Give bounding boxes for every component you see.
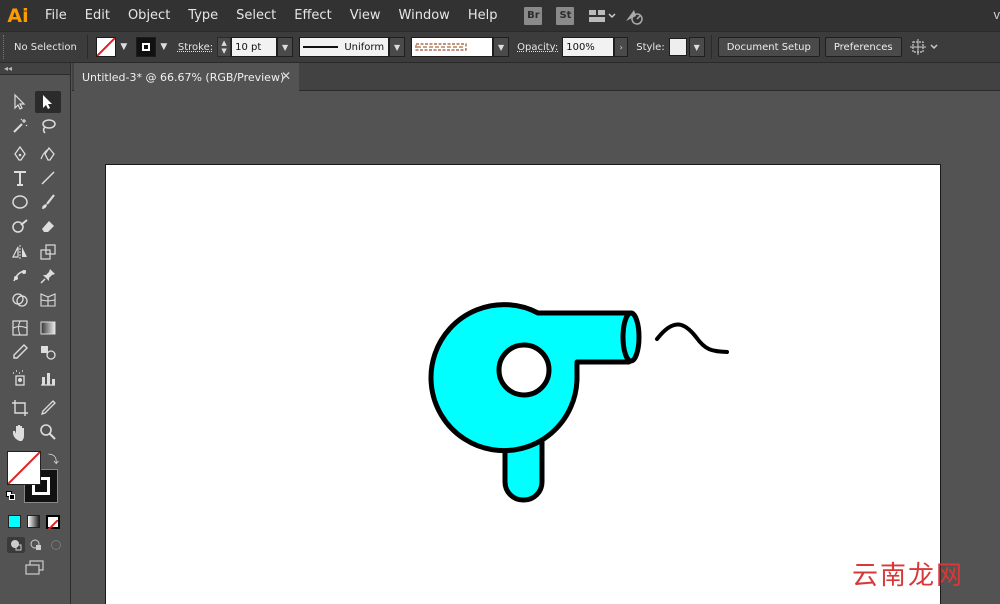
- hair-dryer-artwork[interactable]: [106, 165, 942, 604]
- menu-object[interactable]: Object: [119, 0, 179, 31]
- draw-behind-icon[interactable]: [27, 537, 45, 553]
- menu-view[interactable]: View: [341, 0, 390, 31]
- slice-tool-icon[interactable]: [35, 397, 61, 419]
- gradient-tool-icon[interactable]: [35, 317, 61, 339]
- reflect-tool-icon[interactable]: [7, 241, 33, 263]
- opacity-expand-chevron-icon[interactable]: ›: [614, 37, 629, 57]
- menu-bar: Ai File Edit Object Type Select Effect V…: [0, 0, 1000, 31]
- brush-dropdown[interactable]: ▼: [493, 37, 510, 57]
- shape-builder-tool-icon[interactable]: [7, 289, 33, 311]
- profile-dropdown[interactable]: ▼: [389, 37, 406, 57]
- artboard-tool-icon[interactable]: [7, 397, 33, 419]
- brush-definition[interactable]: [411, 37, 494, 57]
- graphic-style-swatch[interactable]: [668, 38, 687, 56]
- menu-edit[interactable]: Edit: [76, 0, 119, 31]
- artboard[interactable]: [105, 164, 941, 604]
- tools-panel: ◂◂ ⤵: [0, 63, 71, 604]
- draw-inside-icon[interactable]: [47, 537, 65, 553]
- direct-selection-tool-icon[interactable]: [35, 91, 61, 113]
- lasso-tool-icon[interactable]: [35, 115, 61, 137]
- menu-window[interactable]: Window: [390, 0, 459, 31]
- stroke-swatch[interactable]: [135, 37, 156, 57]
- stock-button[interactable]: St: [556, 6, 575, 25]
- perspective-grid-tool-icon[interactable]: [35, 289, 61, 311]
- profile-label: Uniform: [344, 41, 385, 53]
- none-mode-icon: [47, 519, 59, 531]
- fill-none-slash-icon: [7, 451, 41, 485]
- symbol-sprayer-tool-icon[interactable]: [7, 367, 33, 389]
- color-mode-button[interactable]: [8, 515, 21, 528]
- scale-tool-icon[interactable]: [35, 241, 61, 263]
- default-fill-stroke-icon[interactable]: [6, 491, 15, 500]
- line-segment-tool-icon[interactable]: [35, 167, 61, 189]
- curvature-tool-icon[interactable]: [35, 143, 61, 165]
- close-tab-icon[interactable]: ✕: [281, 69, 291, 83]
- align-options-icon[interactable]: [909, 39, 940, 55]
- menu-select[interactable]: Select: [227, 0, 285, 31]
- fill-color-box-front[interactable]: [7, 451, 41, 485]
- eyedropper-tool-icon[interactable]: [7, 341, 33, 363]
- eraser-tool-icon[interactable]: [35, 215, 61, 237]
- canvas-area[interactable]: [72, 92, 1000, 604]
- blend-tool-icon[interactable]: [35, 341, 61, 363]
- selection-status: No Selection: [14, 41, 77, 53]
- menu-help[interactable]: Help: [459, 0, 507, 31]
- watermark-text: 云南龙网: [851, 561, 964, 591]
- document-setup-button[interactable]: Document Setup: [717, 37, 820, 57]
- swap-fill-stroke-icon[interactable]: ⤵: [48, 451, 59, 467]
- arrange-documents-icon[interactable]: [588, 8, 616, 24]
- ellipse-tool-icon[interactable]: [7, 191, 33, 213]
- tools-panel-collapse[interactable]: ◂◂: [0, 63, 70, 75]
- app-logo: Ai: [7, 4, 29, 27]
- stroke-dropdown-chevron-icon[interactable]: ▼: [156, 37, 172, 57]
- stroke-swatch-icon: [141, 43, 150, 51]
- document-tab-bar: Untitled-3* @ 66.67% (RGB/Preview) ✕: [72, 63, 1000, 91]
- stroke-weight-spinner[interactable]: ▲ ▼: [217, 37, 232, 57]
- menu-type[interactable]: Type: [179, 0, 227, 31]
- shaper-tool-icon[interactable]: [7, 215, 33, 237]
- stroke-weight-field[interactable]: 10 pt: [231, 37, 278, 57]
- none-mode-button[interactable]: [46, 515, 60, 531]
- column-graph-tool-icon[interactable]: [35, 367, 61, 389]
- gradient-mode-button[interactable]: [27, 515, 40, 528]
- style-label: Style:: [636, 41, 665, 53]
- puppet-warp-tool-icon[interactable]: [7, 265, 33, 287]
- brush-preview-icon: [415, 43, 467, 51]
- preferences-button[interactable]: Preferences: [824, 37, 902, 57]
- document-tab-title: Untitled-3* @ 66.67% (RGB/Preview): [82, 70, 285, 84]
- workspace-switcher[interactable]: v: [994, 7, 1000, 22]
- zoom-tool-icon[interactable]: [35, 421, 61, 443]
- pin-tool-icon[interactable]: [35, 265, 61, 287]
- draw-normal-icon[interactable]: [7, 537, 25, 553]
- mesh-tool-icon[interactable]: [7, 317, 33, 339]
- gpu-performance-icon[interactable]: [624, 7, 644, 25]
- hand-tool-icon[interactable]: [7, 421, 33, 443]
- fill-dropdown-chevron-icon[interactable]: ▼: [116, 37, 132, 57]
- none-fill-icon: [96, 38, 115, 56]
- selection-tool-icon[interactable]: [7, 91, 33, 113]
- paintbrush-tool-icon[interactable]: [35, 191, 61, 213]
- menu-file[interactable]: File: [36, 0, 76, 31]
- control-bar-grip[interactable]: [3, 35, 11, 59]
- opacity-field[interactable]: 100%: [562, 37, 615, 57]
- variable-width-profile[interactable]: Uniform: [299, 37, 390, 57]
- document-tab[interactable]: Untitled-3* @ 66.67% (RGB/Preview) ✕: [74, 63, 299, 91]
- type-tool-icon[interactable]: [7, 167, 33, 189]
- stroke-weight-dropdown[interactable]: ▼: [277, 37, 294, 57]
- style-dropdown[interactable]: ▼: [688, 37, 705, 57]
- hair-dryer-illustration[interactable]: [428, 302, 729, 503]
- fill-swatch[interactable]: [95, 37, 116, 57]
- magic-wand-tool-icon[interactable]: [7, 115, 33, 137]
- bridge-button[interactable]: Br: [524, 6, 543, 25]
- screen-mode-icon[interactable]: [24, 560, 46, 576]
- pen-tool-icon[interactable]: [7, 143, 33, 165]
- control-bar: No Selection ▼ ▼ Stroke: ▲ ▼ 10 pt ▼ Unif…: [0, 31, 1000, 63]
- menu-effect[interactable]: Effect: [285, 0, 340, 31]
- opacity-label[interactable]: Opacity:: [517, 42, 558, 53]
- stroke-label[interactable]: Stroke:: [178, 42, 213, 53]
- illustrator-window: Ai File Edit Object Type Select Effect V…: [0, 0, 1000, 604]
